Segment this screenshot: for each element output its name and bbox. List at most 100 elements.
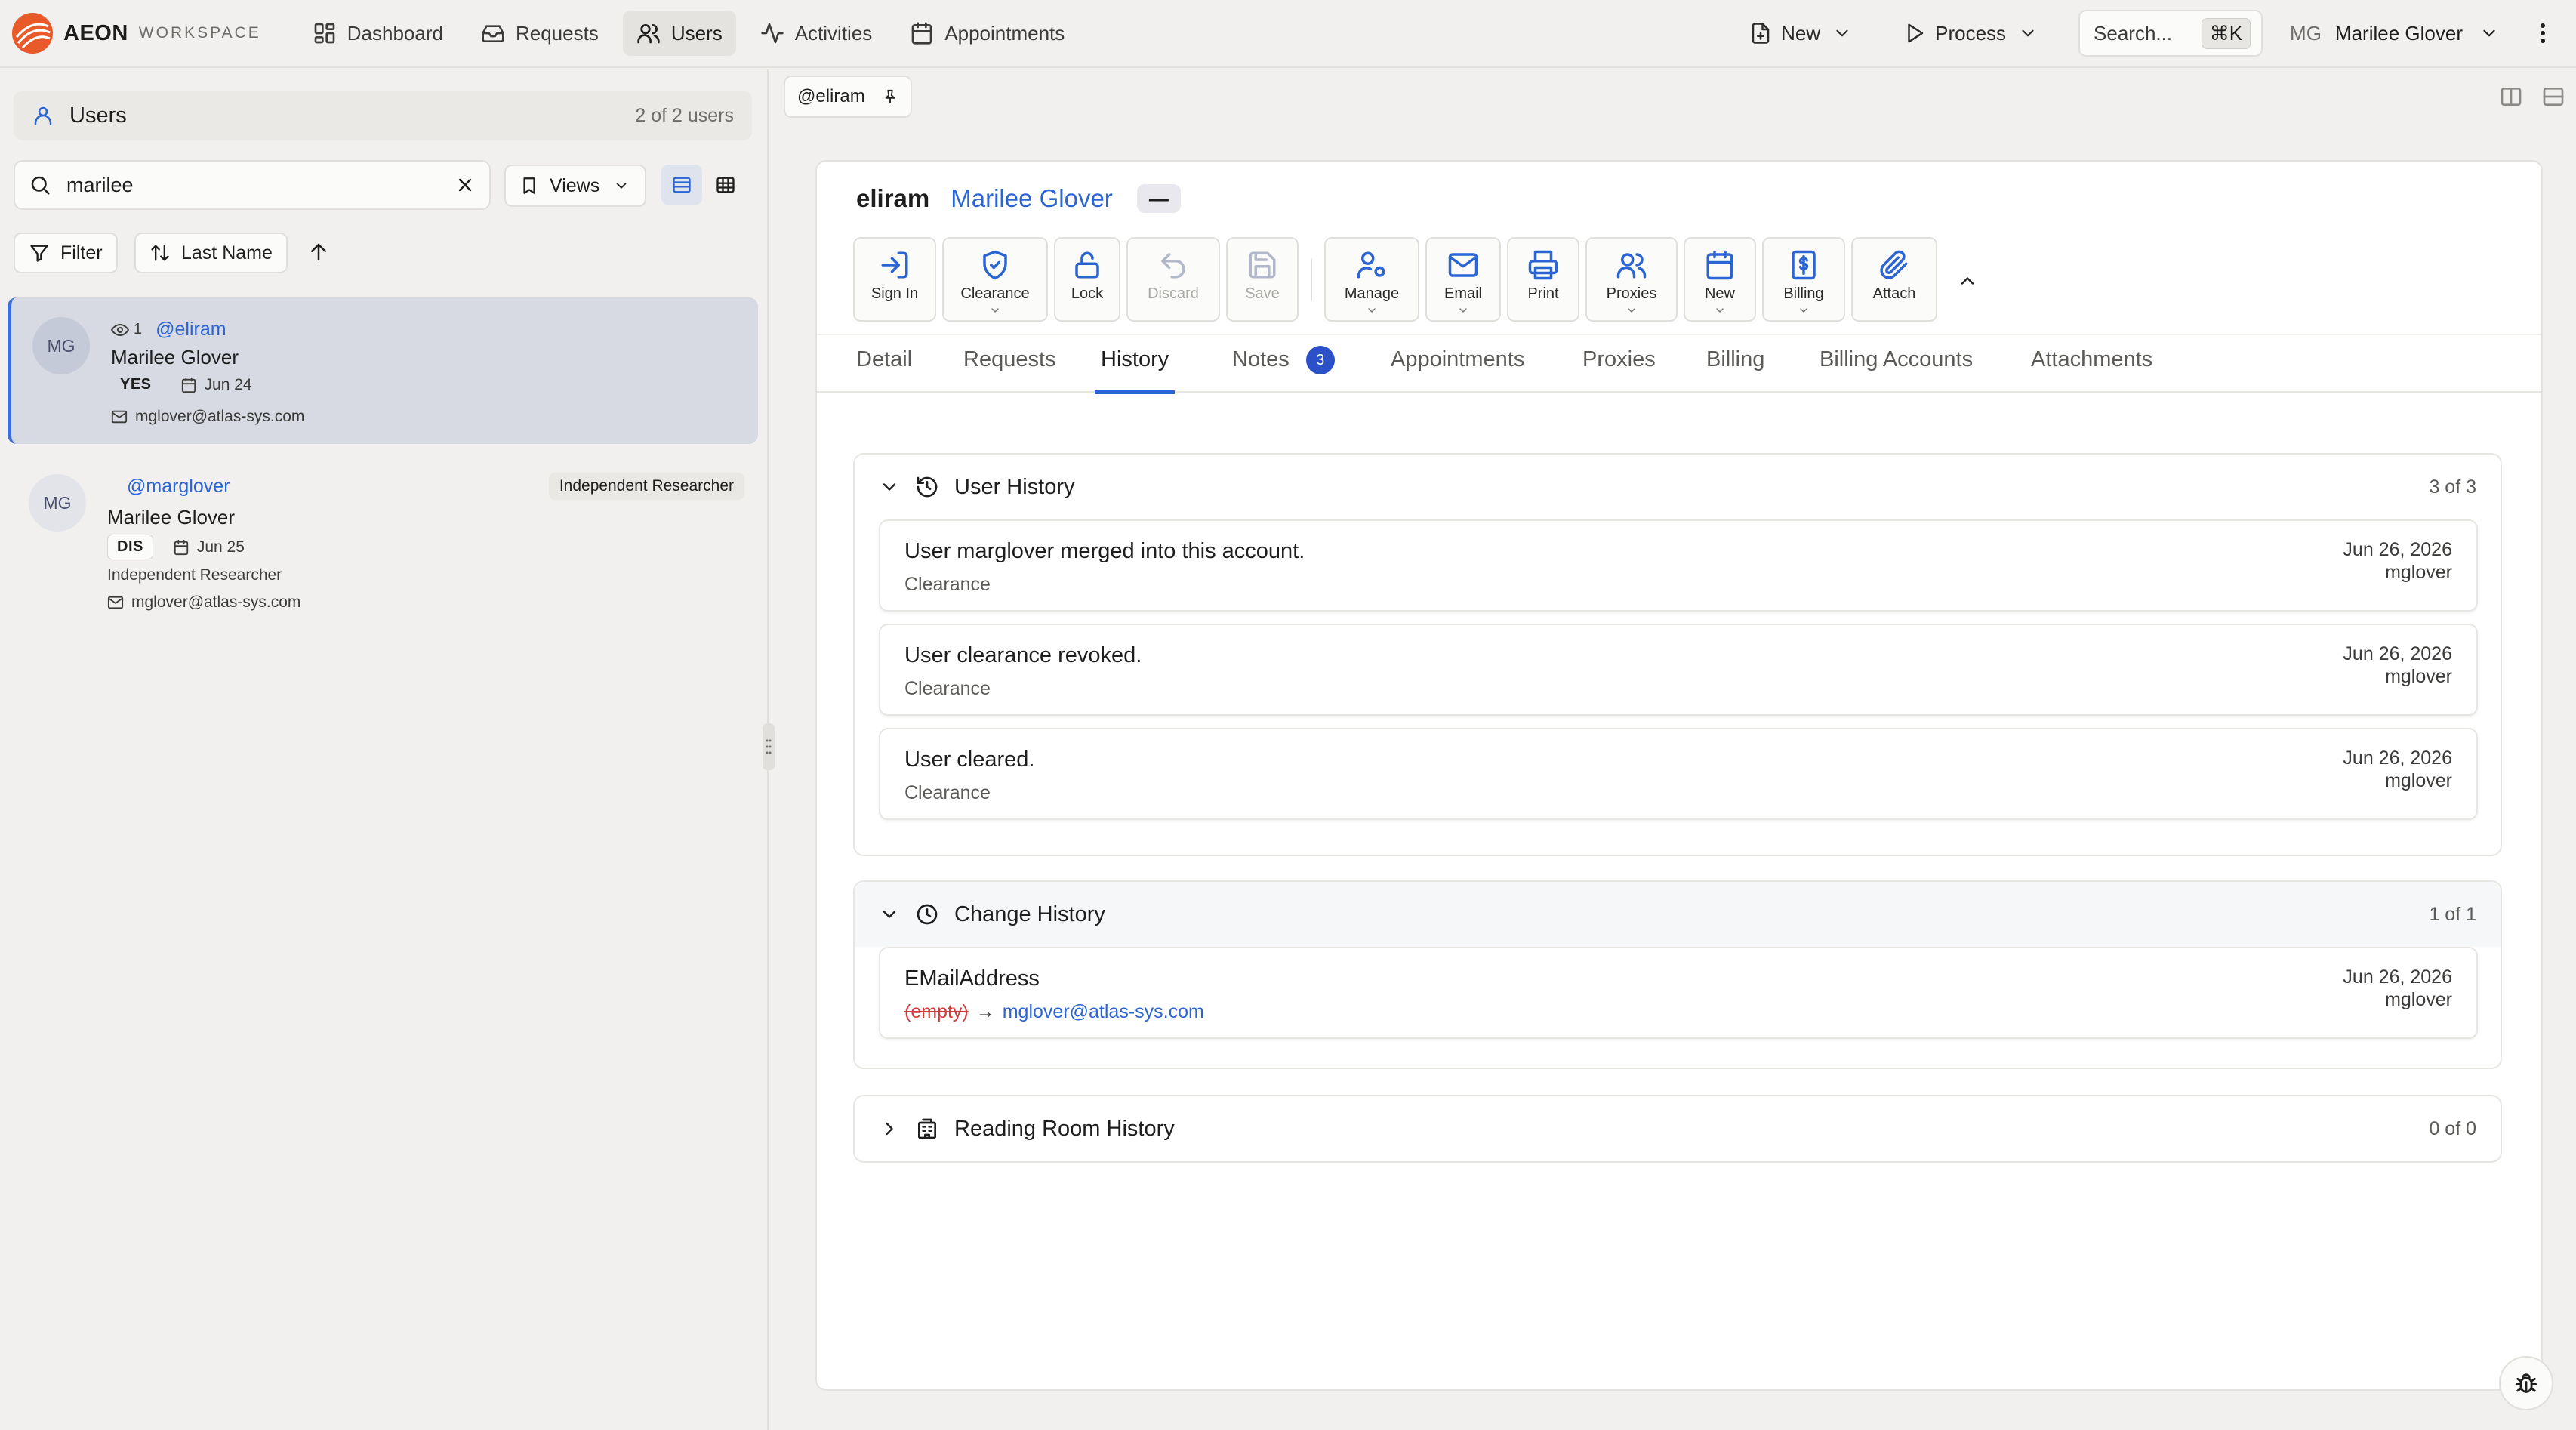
table-view-toggle[interactable] bbox=[705, 165, 746, 205]
nav-tab-activities[interactable]: Activities bbox=[747, 11, 886, 56]
printer-icon bbox=[1528, 250, 1558, 280]
clearance-button[interactable]: Clearance bbox=[942, 237, 1048, 322]
clearance-status-badge: DIS bbox=[107, 535, 153, 559]
change-history-section: Change History 1 of 1 EMailAddress (empt… bbox=[853, 880, 2502, 1069]
tab-attachments[interactable]: Attachments bbox=[2031, 347, 2152, 394]
sort-icon bbox=[151, 245, 169, 261]
lock-button[interactable]: Lock bbox=[1054, 237, 1120, 322]
global-search-input[interactable]: Search... ⌘K bbox=[2078, 10, 2263, 57]
user-search-input[interactable]: marilee bbox=[14, 160, 491, 210]
list-view-toggle[interactable] bbox=[661, 165, 702, 205]
print-button[interactable]: Print bbox=[1507, 237, 1579, 322]
email-button[interactable]: Email bbox=[1425, 237, 1501, 322]
undo-icon bbox=[1161, 253, 1185, 279]
tab-appointments[interactable]: Appointments bbox=[1391, 347, 1524, 394]
calendar-icon bbox=[174, 539, 189, 555]
clear-search-icon[interactable] bbox=[454, 174, 476, 196]
tab-billing[interactable]: Billing bbox=[1706, 347, 1764, 394]
users-list-panel: Users 2 of 2 users marilee Views Filter … bbox=[0, 69, 775, 1430]
user-list-item[interactable]: MG 1 @eliram Marilee Glover YES Jun 24 m… bbox=[8, 297, 758, 444]
manage-button[interactable]: Manage bbox=[1324, 237, 1419, 322]
tab-proxies[interactable]: Proxies bbox=[1582, 347, 1656, 394]
tab-label: Detail bbox=[856, 347, 913, 371]
filter-icon bbox=[30, 245, 48, 262]
chevron-down-icon bbox=[616, 183, 627, 189]
history-entry: User marglover merged into this account.… bbox=[879, 519, 2478, 612]
change-entry: EMailAddress (empty) → mglover@atlas-sys… bbox=[879, 947, 2478, 1039]
sort-field-button[interactable]: Last Name bbox=[134, 233, 288, 273]
entry-date: Jun 26, 2026 bbox=[2343, 747, 2452, 769]
new-menu-label: New bbox=[1781, 21, 1821, 45]
mail-icon bbox=[1448, 253, 1478, 277]
user-handle: @marglover bbox=[127, 476, 230, 497]
record-handle: eliram bbox=[856, 184, 930, 212]
unlock-icon bbox=[1075, 251, 1099, 279]
building-icon bbox=[918, 1118, 936, 1139]
discard-button[interactable]: Discard bbox=[1126, 237, 1220, 322]
debug-button[interactable] bbox=[2499, 1356, 2553, 1410]
save-button[interactable]: Save bbox=[1226, 237, 1299, 322]
process-menu-button[interactable]: Process bbox=[1893, 11, 2048, 56]
tab-billing-accounts[interactable]: Billing Accounts bbox=[1820, 347, 1973, 394]
app-logo[interactable]: AEON WORKSPACE bbox=[11, 0, 299, 67]
views-dropdown[interactable]: Views bbox=[504, 165, 646, 207]
record-tabs: Detail Requests History Notes 3 Appointme… bbox=[817, 334, 2541, 394]
new-menu-button[interactable]: New bbox=[1739, 11, 1863, 56]
old-value: (empty) bbox=[904, 1001, 969, 1022]
new-appointment-button[interactable]: New bbox=[1684, 237, 1756, 322]
section-count: 0 of 0 bbox=[2429, 1117, 2476, 1139]
sort-direction-button[interactable] bbox=[302, 236, 335, 269]
list-icon bbox=[673, 177, 691, 193]
tab-label: Requests bbox=[963, 347, 1056, 371]
sign-in-icon bbox=[881, 251, 908, 279]
record-title: eliram Marilee Glover — bbox=[856, 184, 1181, 213]
entry-author: mglover bbox=[2385, 666, 2452, 687]
reading-room-history-header[interactable]: Reading Room History 0 of 0 bbox=[855, 1096, 2501, 1161]
tab-notes[interactable]: Notes 3 bbox=[1232, 346, 1335, 394]
nav-tab-appointments[interactable]: Appointments bbox=[896, 11, 1078, 56]
user-email-text: mglover@atlas-sys.com bbox=[135, 408, 305, 425]
tab-label: Notes bbox=[1232, 347, 1290, 371]
toolbar-label: Billing bbox=[1783, 285, 1824, 302]
nav-tab-requests[interactable]: Requests bbox=[467, 11, 612, 56]
filter-button[interactable]: Filter bbox=[14, 233, 118, 273]
user-date: Jun 25 bbox=[173, 538, 245, 556]
entry-category: Clearance bbox=[904, 678, 991, 699]
split-vertical-button[interactable] bbox=[2496, 82, 2526, 112]
user-list-item[interactable]: MG Independent Researcher @marglover Mar… bbox=[8, 456, 758, 692]
pin-icon[interactable] bbox=[882, 88, 898, 105]
tab-requests[interactable]: Requests bbox=[963, 347, 1056, 394]
record-name-link[interactable]: Marilee Glover bbox=[951, 184, 1113, 213]
arrow-up-icon bbox=[311, 243, 326, 261]
section-count: 3 of 3 bbox=[2429, 476, 2476, 498]
bookmark-icon bbox=[523, 177, 535, 194]
tab-label: Attachments bbox=[2031, 347, 2153, 371]
user-menu-button[interactable]: MG Marilee Glover bbox=[2290, 22, 2499, 45]
bug-icon bbox=[2515, 1373, 2537, 1393]
billing-button[interactable]: Billing bbox=[1762, 237, 1845, 322]
tab-detail[interactable]: Detail bbox=[856, 347, 912, 394]
change-history-header[interactable]: Change History 1 of 1 bbox=[855, 882, 2501, 947]
user-history-header[interactable]: User History 3 of 3 bbox=[855, 455, 2501, 519]
chevron-down-icon bbox=[2022, 29, 2034, 37]
entry-title: User marglover merged into this account. bbox=[904, 539, 1305, 563]
user-date-text: Jun 25 bbox=[196, 538, 245, 556]
more-options-button[interactable] bbox=[2528, 18, 2558, 48]
proxies-button[interactable]: Proxies bbox=[1585, 237, 1678, 322]
open-record-tab[interactable]: @eliram bbox=[784, 76, 912, 118]
sign-in-button[interactable]: Sign In bbox=[853, 237, 936, 322]
nav-tab-label: Appointments bbox=[944, 21, 1065, 45]
nav-tab-dashboard[interactable]: Dashboard bbox=[299, 11, 457, 56]
calendar-icon bbox=[911, 22, 932, 45]
panel-resize-handle[interactable] bbox=[763, 723, 775, 770]
record-status-pill[interactable]: — bbox=[1136, 184, 1181, 213]
split-horizontal-button[interactable] bbox=[2538, 82, 2568, 112]
collapse-toolbar-button[interactable] bbox=[1952, 266, 1983, 296]
nav-tab-users[interactable]: Users bbox=[622, 11, 736, 56]
attach-button[interactable]: Attach bbox=[1851, 237, 1937, 322]
tab-history[interactable]: History bbox=[1095, 347, 1176, 394]
user-type: Independent Researcher bbox=[107, 566, 282, 584]
columns-icon bbox=[2501, 88, 2522, 106]
users-count: 2 of 2 users bbox=[635, 104, 734, 126]
nav-tab-label: Activities bbox=[794, 21, 873, 45]
